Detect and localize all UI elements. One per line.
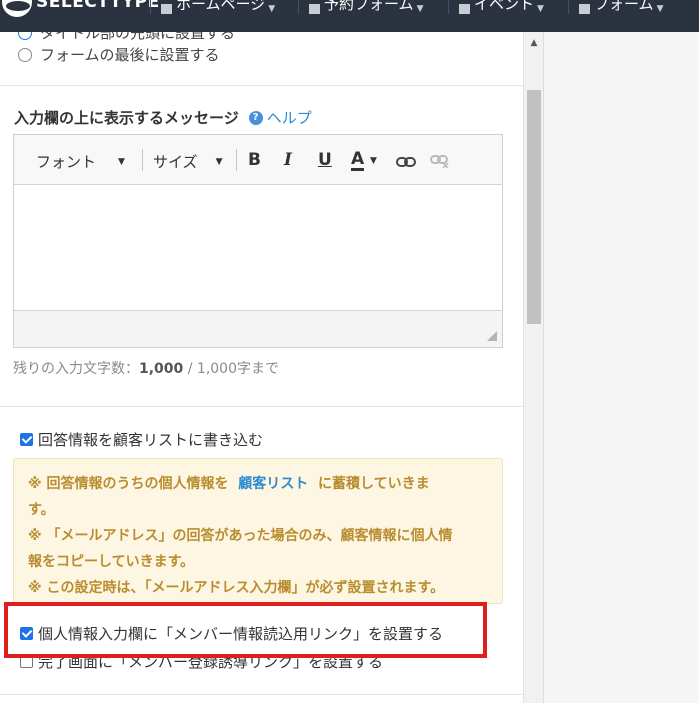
chevron-down-icon: ▼ xyxy=(370,156,377,166)
char-counter-prefix: 残りの入力文字数： xyxy=(13,361,139,377)
nav-form[interactable]: フォーム ▼ xyxy=(568,0,699,14)
font-dropdown[interactable]: フォント ▼ xyxy=(36,151,125,172)
char-counter-remaining: 1,000 xyxy=(139,361,184,377)
text-color-label: A xyxy=(351,149,365,169)
chevron-down-icon: ▼ xyxy=(268,4,276,14)
highlight-box xyxy=(4,602,487,658)
nav-form-label: フォーム xyxy=(594,0,654,13)
char-counter-limit: 1,000字まで xyxy=(196,361,280,377)
rich-text-editor: フォント ▼ サイズ ▼ B I U A ▼ xyxy=(13,134,503,348)
char-counter: 残りの入力文字数：1,000 / 1,000字まで xyxy=(13,358,279,378)
help-link[interactable]: ヘルプ xyxy=(267,107,312,128)
italic-button[interactable]: I xyxy=(284,150,292,170)
logo-icon xyxy=(2,0,32,17)
placement-radio-bottom[interactable] xyxy=(18,47,32,62)
scrollbar[interactable]: ▲ xyxy=(523,32,543,703)
divider xyxy=(0,406,523,407)
editor-footer xyxy=(14,311,502,347)
nav-event[interactable]: イベント ▼ xyxy=(448,0,568,14)
editor-content-area[interactable] xyxy=(14,185,502,311)
char-counter-separator: / xyxy=(183,361,197,377)
notice-line-4: 報をコピーしていきます。 xyxy=(28,554,195,570)
chevron-down-icon: ▼ xyxy=(656,4,664,14)
form-icon xyxy=(579,4,590,14)
size-dropdown[interactable]: サイズ ▼ xyxy=(153,151,222,172)
nav-homepage[interactable]: ホームページ ▼ xyxy=(150,0,298,14)
right-pane xyxy=(543,32,699,703)
toolbar-separator xyxy=(142,149,143,171)
chevron-down-icon: ▼ xyxy=(118,156,125,167)
text-color-button[interactable]: A xyxy=(351,149,365,171)
notice-line-5: ※ この設定時は、「メールアドレス入力欄」が必ず設置されます。 xyxy=(28,580,445,596)
chevron-down-icon: ▼ xyxy=(416,4,424,14)
size-dropdown-label: サイズ xyxy=(153,153,198,171)
placement-option-bottom[interactable]: フォームの最後に設置する xyxy=(18,44,220,65)
placement-option-top[interactable]: タイトル部の先頭に設置する xyxy=(18,32,235,43)
page-icon xyxy=(161,4,172,14)
logo[interactable]: SELECTTYPE xyxy=(0,0,160,18)
toolbar-separator xyxy=(236,149,237,171)
placement-option-top-label: タイトル部の先頭に設置する xyxy=(40,32,236,42)
bold-button[interactable]: B xyxy=(248,150,261,170)
customer-list-checkbox[interactable] xyxy=(20,433,33,446)
underline-button[interactable]: U xyxy=(318,150,332,170)
nav-reservation-form-label: 予約フォーム xyxy=(324,0,414,13)
help-icon[interactable]: ? xyxy=(248,110,263,125)
customer-list-label: 回答情報を顧客リストに書き込む xyxy=(38,431,264,449)
chat-icon xyxy=(459,4,470,14)
font-dropdown-label: フォント xyxy=(36,153,97,171)
top-navbar: SELECTTYPE ホームページ ▼ 予約フォーム ▼ イベント ▼ フォーム… xyxy=(0,0,699,32)
notice-text: ※ 回答情報のうちの個人情報を xyxy=(28,476,229,492)
customer-list-option[interactable]: 回答情報を顧客リストに書き込む xyxy=(20,429,263,450)
placement-radio-top[interactable] xyxy=(18,32,32,40)
nav-event-label: イベント xyxy=(474,0,535,13)
editor-toolbar: フォント ▼ サイズ ▼ B I U A ▼ xyxy=(14,135,502,185)
notice-line-2: す。 xyxy=(28,502,55,518)
placement-option-bottom-label: フォームの最後に設置する xyxy=(40,46,220,64)
link-icon[interactable] xyxy=(396,153,416,172)
scrollbar-thumb[interactable] xyxy=(527,90,541,324)
divider xyxy=(0,694,523,695)
resize-handle-icon[interactable] xyxy=(487,331,497,341)
notice-line-3: ※ 「メールアドレス」の回答があった場合のみ、顧客情報に個人情 xyxy=(28,528,453,544)
chevron-down-icon: ▼ xyxy=(215,156,223,167)
settings-panel: タイトル部の先頭に設置する フォームの最後に設置する 入力欄の上に表示するメッセ… xyxy=(0,32,523,703)
divider xyxy=(0,85,523,86)
message-section-title: 入力欄の上に表示するメッセージ ? ヘルプ xyxy=(14,107,312,128)
unlink-icon[interactable] xyxy=(430,153,450,172)
logo-text: SELECTTYPE xyxy=(36,0,160,12)
nav-homepage-label: ホームページ xyxy=(176,0,266,13)
chevron-down-icon: ▼ xyxy=(537,4,544,14)
notice-line-1: ※ 回答情報のうちの個人情報を 顧客リスト に蓄積していきま xyxy=(28,471,488,497)
notice-text: に蓄積していきま xyxy=(317,476,430,492)
customer-list-notice: ※ 回答情報のうちの個人情報を 顧客リスト に蓄積していきま す。 ※ 「メール… xyxy=(13,458,503,604)
scroll-up-arrow-icon[interactable]: ▲ xyxy=(524,36,544,50)
customer-list-link[interactable]: 顧客リスト xyxy=(238,476,308,492)
nav-reservation-form[interactable]: 予約フォーム ▼ xyxy=(298,0,448,14)
calendar-icon xyxy=(309,4,320,14)
message-section-label: 入力欄の上に表示するメッセージ xyxy=(14,109,239,127)
